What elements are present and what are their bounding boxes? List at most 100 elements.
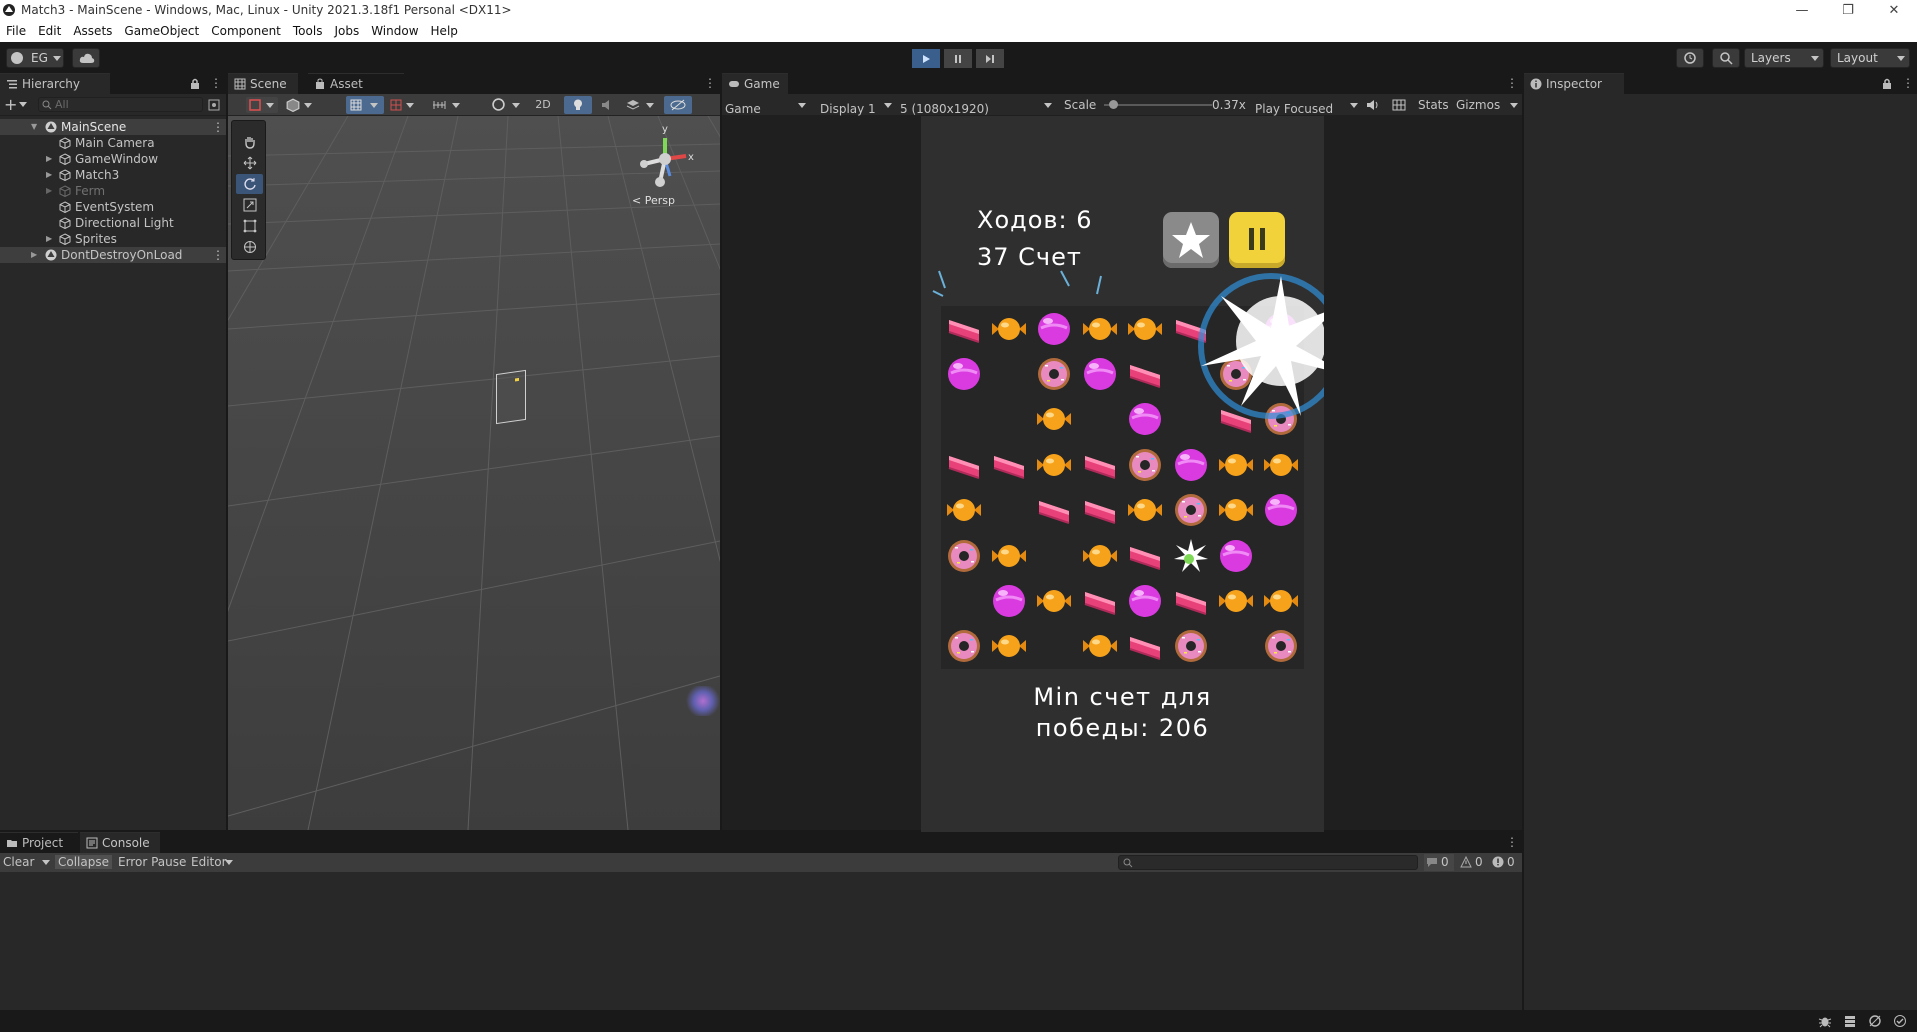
rotate-tool[interactable]	[236, 174, 263, 194]
chevron-down-icon[interactable]	[19, 102, 27, 107]
more-options-icon[interactable]: ⋮	[212, 247, 224, 263]
draw-mode-dropdown[interactable]	[246, 97, 278, 113]
console-search-input[interactable]	[1118, 855, 1418, 870]
tab-asset-store[interactable]: Asset Store	[308, 73, 404, 112]
board-cell[interactable]	[1032, 442, 1077, 487]
editor-dropdown[interactable]: Editor	[191, 855, 227, 869]
more-options-icon[interactable]: ⋮	[210, 77, 222, 89]
board-cell[interactable]	[986, 624, 1031, 669]
lighting-toggle[interactable]	[564, 96, 592, 114]
board-cell[interactable]	[1032, 624, 1077, 669]
board-cell[interactable]	[1259, 624, 1304, 669]
minimize-button[interactable]: —	[1779, 0, 1825, 21]
game-view[interactable]: Ходов: 6 37 Счет Min счет для победы: 20…	[921, 116, 1324, 832]
board-cell[interactable]	[1077, 624, 1122, 669]
scale-slider-thumb[interactable]	[1108, 100, 1118, 109]
board-cell[interactable]	[1077, 578, 1122, 623]
board-cell[interactable]	[1077, 533, 1122, 578]
board-cell[interactable]	[1213, 624, 1258, 669]
expand-arrow-icon[interactable]: ▶	[46, 151, 52, 167]
board-cell[interactable]	[941, 488, 986, 533]
undo-history-button[interactable]	[1676, 48, 1704, 68]
board-cell[interactable]	[1213, 488, 1258, 533]
speaker-icon[interactable]	[1366, 99, 1380, 111]
hierarchy-item-main-camera[interactable]: Main Camera	[0, 135, 226, 151]
layers-dropdown[interactable]: Layers	[1744, 48, 1824, 68]
board-cell[interactable]	[941, 351, 986, 396]
more-options-icon[interactable]: ⋮	[1506, 77, 1518, 89]
board-cell[interactable]	[986, 397, 1031, 442]
more-options-icon[interactable]: ⋮	[212, 119, 224, 135]
menu-tools[interactable]: Tools	[293, 21, 323, 42]
scale-slider[interactable]	[1104, 100, 1212, 109]
board-cell[interactable]	[941, 624, 986, 669]
board-cell[interactable]	[1168, 624, 1213, 669]
account-dropdown[interactable]: EG	[6, 48, 64, 68]
lock-icon[interactable]	[1882, 78, 1892, 90]
board-cell[interactable]	[1032, 397, 1077, 442]
hierarchy-item-match3[interactable]: ▶ Match3	[0, 167, 226, 183]
scene-visibility-icon[interactable]	[208, 99, 220, 111]
hierarchy-item-directional-light[interactable]: Directional Light	[0, 215, 226, 231]
effects-dropdown[interactable]	[624, 97, 658, 113]
hand-tool[interactable]	[236, 132, 263, 152]
menu-component[interactable]: Component	[211, 21, 281, 42]
search-button[interactable]	[1712, 48, 1740, 68]
board-cell[interactable]	[941, 306, 986, 351]
scene-viewport[interactable]: y x < Persp	[228, 116, 720, 830]
maximize-button[interactable]: ❐	[1825, 0, 1871, 21]
board-cell[interactable]	[986, 488, 1031, 533]
hierarchy-item-mainscene[interactable]: ▼ MainScene ⋮	[0, 119, 226, 135]
tab-hierarchy[interactable]: Hierarchy	[0, 73, 110, 94]
board-cell[interactable]	[1123, 488, 1168, 533]
increment-snap-button[interactable]	[430, 97, 464, 113]
tab-game[interactable]: Game	[722, 73, 788, 94]
toggle-2d-button[interactable]: 2D	[528, 97, 558, 113]
step-button[interactable]	[976, 49, 1004, 68]
chevron-down-icon[interactable]	[42, 860, 50, 865]
expand-arrow-icon[interactable]: ▶	[46, 183, 52, 199]
play-button[interactable]	[912, 49, 940, 68]
hierarchy-item-eventsystem[interactable]: EventSystem	[0, 199, 226, 215]
hierarchy-item-sprites[interactable]: ▶ Sprites	[0, 231, 226, 247]
board-cell[interactable]	[1123, 624, 1168, 669]
expand-arrow-icon[interactable]: ▶	[31, 247, 37, 263]
board-cell[interactable]	[1168, 578, 1213, 623]
keyboard-icon[interactable]	[1392, 99, 1406, 111]
board-cell[interactable]	[986, 306, 1031, 351]
board-cell[interactable]	[941, 578, 986, 623]
board-cell[interactable]	[1032, 533, 1077, 578]
rect-tool[interactable]	[236, 216, 263, 236]
stats-toggle[interactable]: Stats	[1418, 98, 1449, 112]
hierarchy-item-gamewindow[interactable]: ▶ GameWindow	[0, 151, 226, 167]
tab-inspector[interactable]: Inspector	[1524, 73, 1624, 94]
log-count-toggle[interactable]: 0	[1424, 854, 1454, 871]
warning-count-toggle[interactable]: 0	[1458, 854, 1488, 871]
board-cell[interactable]	[1032, 306, 1077, 351]
board-cell[interactable]	[986, 442, 1031, 487]
layout-dropdown[interactable]: Layout	[1830, 48, 1910, 68]
expand-arrow-icon[interactable]: ▶	[46, 231, 52, 247]
board-cell[interactable]	[1077, 442, 1122, 487]
shading-dropdown[interactable]	[284, 97, 316, 113]
more-options-icon[interactable]: ⋮	[1506, 836, 1518, 848]
menu-jobs[interactable]: Jobs	[334, 21, 359, 42]
menu-help[interactable]: Help	[431, 21, 458, 42]
board-cell[interactable]	[1032, 351, 1077, 396]
menu-window[interactable]: Window	[371, 21, 418, 42]
audio-toggle[interactable]	[596, 97, 620, 113]
error-count-toggle[interactable]: 0	[1490, 854, 1520, 871]
hierarchy-item-ferm[interactable]: ▶ Ferm	[0, 183, 226, 199]
board-cell[interactable]	[986, 578, 1031, 623]
more-options-icon[interactable]: ⋮	[1902, 77, 1914, 89]
collapse-arrow-icon[interactable]: ▼	[31, 119, 37, 135]
scene-visibility-toggle[interactable]	[664, 96, 692, 114]
board-cell[interactable]	[1123, 578, 1168, 623]
persp-label[interactable]: < Persp	[632, 194, 675, 207]
board-cell[interactable]	[1123, 533, 1168, 578]
grid-snap-button[interactable]	[346, 96, 384, 114]
menu-file[interactable]: File	[6, 21, 26, 42]
tab-console[interactable]: Console	[80, 832, 160, 853]
render-mode-dropdown[interactable]	[490, 97, 524, 113]
board-cell[interactable]	[1259, 488, 1304, 533]
